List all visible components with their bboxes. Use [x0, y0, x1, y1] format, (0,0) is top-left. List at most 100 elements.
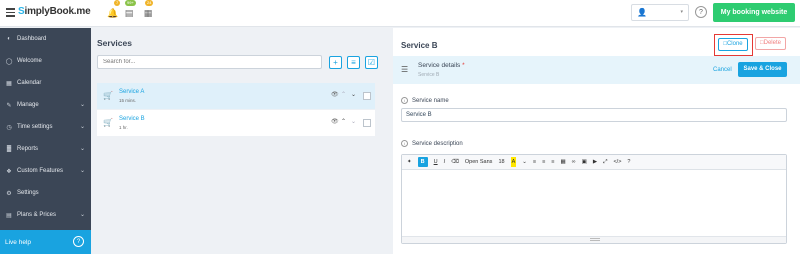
- add-service-button[interactable]: +: [329, 56, 342, 69]
- fullscreen-icon[interactable]: ⤢: [603, 157, 607, 167]
- sidebar-item-manage[interactable]: ✎ Manage ⌄: [0, 94, 91, 116]
- service-duration: 15 mins.: [119, 98, 137, 103]
- reports-icon: ▓: [6, 146, 12, 152]
- gear-icon: ⚙: [6, 190, 12, 197]
- image-icon[interactable]: ▣: [582, 157, 587, 167]
- bookings-icon[interactable]: ▤: [124, 8, 134, 19]
- user-menu[interactable]: 👤 ▾: [631, 4, 689, 21]
- select-all-button[interactable]: ☑: [365, 56, 378, 69]
- sidebar-item-calendar[interactable]: ▦ Calendar: [0, 72, 91, 94]
- cart-icon: 🛒: [103, 91, 113, 100]
- tasks-badge: 24: [145, 0, 154, 6]
- bookings-badge: 99+: [125, 0, 136, 6]
- sidebar-item-dashboard[interactable]: ◐ Dashboard: [0, 28, 91, 50]
- sidebar-item-welcome[interactable]: ◯ Welcome: [0, 50, 91, 72]
- magic-wand-icon[interactable]: ✦: [407, 157, 412, 167]
- chevron-down-icon[interactable]: ⌄: [351, 118, 356, 125]
- eraser-icon[interactable]: ⌫: [451, 157, 459, 167]
- font-size-select[interactable]: 18: [498, 157, 504, 167]
- description-editor[interactable]: ✦ B U I ⌫ Open Sans 18 A ⌄ ≡ ≡ ≡ ▦ ∞ ▣ ▶…: [401, 154, 787, 244]
- unordered-list-icon[interactable]: ≡: [533, 157, 536, 167]
- service-name-label: i Service name: [401, 97, 449, 104]
- service-row[interactable]: 🛒 Service A 15 mins. 👁 ⌃ ⌄: [97, 83, 375, 109]
- service-name[interactable]: Service A: [119, 89, 144, 95]
- service-row[interactable]: 🛒 Service B 1 hr. 👁 ⌃ ⌄: [97, 110, 375, 136]
- sidebar-item-custom-features[interactable]: ❖ Custom Features ⌄: [0, 160, 91, 182]
- chevron-down-icon: ⌄: [79, 146, 85, 152]
- visibility-eye-icon[interactable]: 👁: [331, 118, 339, 125]
- delete-button[interactable]: □Delete: [755, 37, 786, 50]
- chevron-down-icon: ⌄: [79, 124, 85, 130]
- service-details-section: ☰ Service details * Service B Cancel Sav…: [393, 56, 800, 84]
- chevron-down-icon: ⌄: [79, 102, 85, 108]
- sliders-icon: ☰: [401, 65, 409, 74]
- list-view-button[interactable]: ≡: [347, 56, 360, 69]
- detail-title: Service B: [401, 41, 438, 50]
- service-detail-panel: Service B □Clone □Delete ☰ Service detai…: [393, 28, 800, 254]
- service-name-input[interactable]: Service B: [401, 108, 787, 122]
- table-icon[interactable]: ▦: [561, 157, 566, 167]
- clone-button[interactable]: □Clone: [718, 38, 748, 51]
- search-box[interactable]: [97, 55, 322, 69]
- info-icon: i: [401, 97, 408, 104]
- services-panel: Services + ≡ ☑ 🛒 Service A 15 mins. 👁 ⌃ …: [91, 28, 390, 254]
- sidebar-item-plans-prices[interactable]: ▤ Plans & Prices ⌄: [0, 204, 91, 226]
- notifications-badge: 7: [114, 0, 121, 6]
- live-help-button[interactable]: Live help ?: [0, 230, 91, 254]
- chevron-down-icon: ⌄: [79, 168, 85, 174]
- link-icon[interactable]: ∞: [572, 157, 576, 167]
- info-icon: i: [401, 140, 408, 147]
- logo[interactable]: SimplyBook.me: [18, 6, 91, 17]
- sidebar-item-reports[interactable]: ▓ Reports ⌄: [0, 138, 91, 160]
- chevron-up-icon[interactable]: ⌃: [341, 118, 346, 125]
- top-bar: SimplyBook.me 🔔 7 ▤ 99+ ▦ 24 👤 ▾ ? My bo…: [0, 0, 800, 27]
- notifications-bell-icon[interactable]: 🔔: [107, 8, 118, 19]
- help-icon[interactable]: ?: [627, 157, 630, 167]
- service-name[interactable]: Service B: [119, 116, 145, 122]
- dashboard-icon: ◐: [7, 36, 11, 42]
- chevron-down-icon: ▾: [680, 9, 683, 15]
- service-details-subtitle: Service B: [418, 72, 440, 78]
- welcome-icon: ◯: [5, 58, 13, 65]
- cancel-link[interactable]: Cancel: [713, 67, 732, 73]
- service-checkbox[interactable]: [363, 119, 371, 127]
- video-icon[interactable]: ▶: [593, 157, 597, 167]
- manage-icon: ✎: [6, 102, 12, 109]
- hamburger-menu-icon[interactable]: [6, 8, 15, 17]
- chevron-down-icon[interactable]: ⌄: [522, 157, 527, 167]
- plans-icon: ▤: [6, 212, 12, 219]
- code-view-icon[interactable]: </>: [613, 157, 621, 167]
- align-icon[interactable]: ≡: [551, 157, 554, 167]
- sidebar-item-settings[interactable]: ⚙ Settings: [0, 182, 91, 204]
- sidebar-item-time-settings[interactable]: ◷ Time settings ⌄: [0, 116, 91, 138]
- my-booking-website-button[interactable]: My booking website: [713, 3, 795, 22]
- service-checkbox[interactable]: [363, 92, 371, 100]
- cart-icon: 🛒: [103, 118, 113, 127]
- font-family-select[interactable]: Open Sans: [465, 157, 493, 167]
- save-close-button[interactable]: Save & Close: [738, 62, 787, 77]
- bold-button[interactable]: B: [417, 157, 428, 167]
- question-icon: ?: [73, 236, 84, 247]
- clone-highlight-box: □Clone: [714, 34, 753, 56]
- chevron-down-icon: ⌄: [79, 212, 85, 218]
- service-details-label: Service details *: [418, 62, 465, 69]
- search-input[interactable]: [103, 56, 321, 68]
- service-description-label: i Service description: [401, 140, 463, 147]
- service-duration: 1 hr.: [119, 125, 128, 130]
- user-icon: 👤: [637, 8, 647, 17]
- ordered-list-icon[interactable]: ≡: [542, 157, 545, 167]
- visibility-eye-icon[interactable]: 👁: [331, 91, 339, 98]
- editor-toolbar: ✦ B U I ⌫ Open Sans 18 A ⌄ ≡ ≡ ≡ ▦ ∞ ▣ ▶…: [402, 155, 786, 170]
- chevron-down-icon[interactable]: ⌄: [351, 91, 356, 98]
- services-title: Services: [97, 38, 132, 48]
- sidebar: ◐ Dashboard ◯ Welcome ▦ Calendar ✎ Manage ⌄ ◷…: [0, 28, 91, 254]
- calendar-icon: ▦: [6, 80, 12, 87]
- chevron-up-icon[interactable]: ⌃: [341, 91, 346, 98]
- resize-grip-icon[interactable]: [590, 238, 600, 241]
- calendar-tasks-icon[interactable]: ▦: [143, 8, 153, 19]
- help-icon[interactable]: ?: [695, 6, 707, 18]
- puzzle-icon: ❖: [6, 168, 12, 175]
- italic-button[interactable]: I: [444, 157, 446, 167]
- highlight-color-button[interactable]: A: [510, 157, 517, 167]
- underline-button[interactable]: U: [434, 157, 438, 167]
